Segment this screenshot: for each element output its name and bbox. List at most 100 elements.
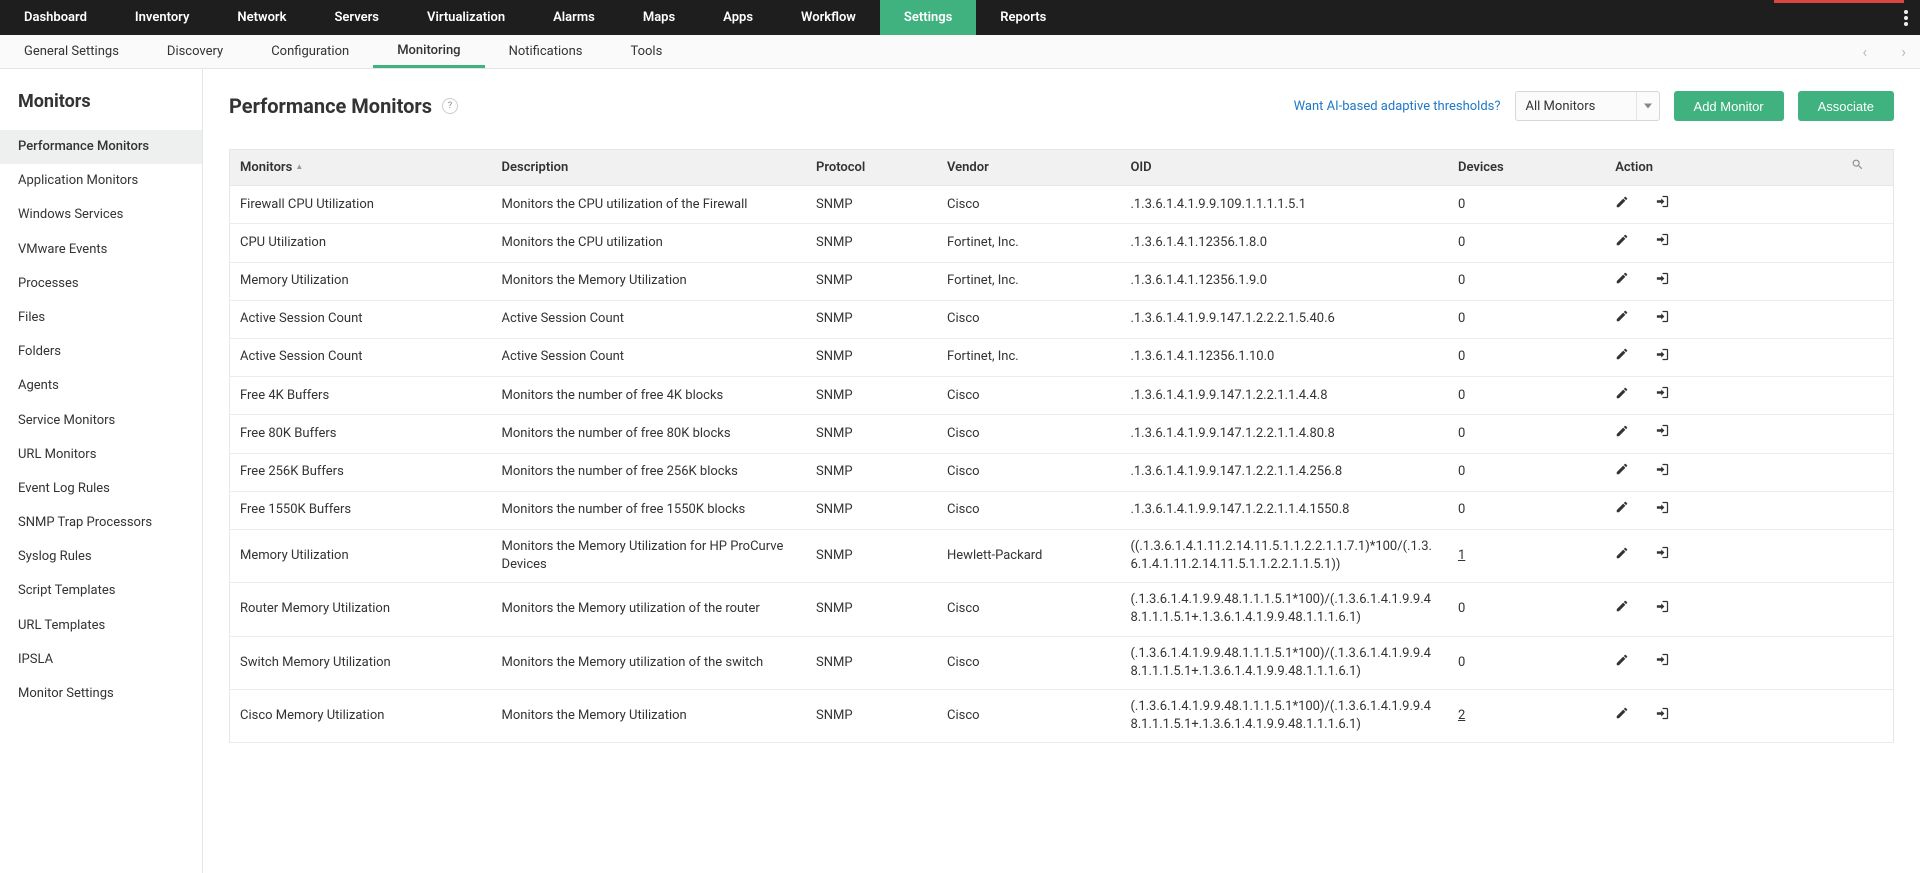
table-row: Free 4K Buffers Monitors the number of f… [230,377,1894,415]
associate-row-button[interactable] [1655,599,1670,620]
cell-protocol: SNMP [806,690,937,743]
more-menu-button[interactable] [1892,0,1920,35]
associate-row-button[interactable] [1655,309,1670,330]
device-count-link[interactable]: 1 [1458,548,1465,563]
cell-description: Monitors the Memory utilization of the r… [492,583,806,636]
sidebar-item-agents[interactable]: Agents [0,369,202,403]
cell-vendor: Fortinet, Inc. [937,338,1120,376]
edit-button[interactable] [1615,195,1629,215]
edit-button[interactable] [1615,271,1629,291]
sidebar: Monitors Performance MonitorsApplication… [0,69,203,873]
edit-button[interactable] [1615,462,1629,482]
topnav-item-servers[interactable]: Servers [310,0,403,35]
subnav-item-monitoring[interactable]: Monitoring [373,35,484,68]
sidebar-item-folders[interactable]: Folders [0,335,202,369]
sub-nav: General SettingsDiscoveryConfigurationMo… [0,35,1920,69]
sidebar-item-application-monitors[interactable]: Application Monitors [0,164,202,198]
cell-protocol: SNMP [806,338,937,376]
edit-button[interactable] [1615,309,1629,329]
sidebar-item-files[interactable]: Files [0,301,202,335]
sidebar-item-script-templates[interactable]: Script Templates [0,574,202,608]
associate-row-button[interactable] [1655,194,1670,215]
subnav-item-configuration[interactable]: Configuration [247,35,373,68]
subnav-item-tools[interactable]: Tools [606,35,686,68]
associate-row-button[interactable] [1655,545,1670,566]
sidebar-item-ipsla[interactable]: IPSLA [0,643,202,677]
edit-button[interactable] [1615,653,1629,673]
associate-row-button[interactable] [1655,347,1670,368]
associate-row-button[interactable] [1655,462,1670,483]
topnav-item-inventory[interactable]: Inventory [111,0,214,35]
edit-button[interactable] [1615,599,1629,619]
topnav-item-settings[interactable]: Settings [880,0,976,35]
col-protocol[interactable]: Protocol [806,150,937,186]
topnav-item-dashboard[interactable]: Dashboard [0,0,111,35]
subnav-prev-button[interactable]: ‹ [1856,42,1873,61]
sidebar-item-performance-monitors[interactable]: Performance Monitors [0,130,202,164]
associate-button[interactable]: Associate [1798,91,1894,121]
associate-row-button[interactable] [1655,423,1670,444]
edit-icon [1615,503,1629,518]
col-monitors[interactable]: Monitors▲ [230,150,492,186]
associate-row-button[interactable] [1655,500,1670,521]
edit-icon [1615,549,1629,564]
cell-monitor: Free 1550K Buffers [230,491,492,529]
sidebar-item-snmp-trap-processors[interactable]: SNMP Trap Processors [0,506,202,540]
subnav-item-notifications[interactable]: Notifications [485,35,607,68]
sidebar-item-windows-services[interactable]: Windows Services [0,198,202,232]
edit-button[interactable] [1615,233,1629,253]
edit-button[interactable] [1615,424,1629,444]
subnav-next-button[interactable]: › [1895,42,1912,61]
edit-button[interactable] [1615,546,1629,566]
associate-row-button[interactable] [1655,652,1670,673]
sidebar-item-url-templates[interactable]: URL Templates [0,609,202,643]
associate-row-button[interactable] [1655,385,1670,406]
associate-row-button[interactable] [1655,232,1670,253]
table-row: Memory Utilization Monitors the Memory U… [230,529,1894,582]
topnav-item-workflow[interactable]: Workflow [777,0,880,35]
edit-button[interactable] [1615,347,1629,367]
sidebar-item-event-log-rules[interactable]: Event Log Rules [0,472,202,506]
associate-icon [1655,603,1670,618]
topnav-item-reports[interactable]: Reports [976,0,1070,35]
device-count: 0 [1458,311,1465,326]
cell-vendor: Cisco [937,186,1120,224]
monitors-table: Monitors▲ Description Protocol Vendor OI… [229,149,1894,743]
subnav-item-general-settings[interactable]: General Settings [0,35,143,68]
sidebar-item-syslog-rules[interactable]: Syslog Rules [0,540,202,574]
edit-button[interactable] [1615,386,1629,406]
adaptive-thresholds-link[interactable]: Want AI-based adaptive thresholds? [1294,99,1501,114]
cell-protocol: SNMP [806,415,937,453]
sidebar-item-service-monitors[interactable]: Service Monitors [0,404,202,438]
device-count-link[interactable]: 2 [1458,708,1465,723]
sidebar-item-url-monitors[interactable]: URL Monitors [0,438,202,472]
col-vendor[interactable]: Vendor [937,150,1120,186]
associate-row-button[interactable] [1655,271,1670,292]
edit-button[interactable] [1615,706,1629,726]
topnav-item-apps[interactable]: Apps [699,0,777,35]
monitor-filter-dropdown[interactable]: All Monitors [1515,91,1660,121]
topnav-item-network[interactable]: Network [213,0,310,35]
table-search-button[interactable] [1841,150,1893,186]
device-count: 0 [1458,464,1465,479]
add-monitor-button[interactable]: Add Monitor [1674,91,1784,121]
topnav-item-maps[interactable]: Maps [619,0,699,35]
sidebar-item-monitor-settings[interactable]: Monitor Settings [0,677,202,711]
cell-description: Monitors the Memory Utilization for HP P… [492,529,806,582]
associate-row-button[interactable] [1655,706,1670,727]
accent-strip [1774,0,1904,3]
col-action: Action [1605,150,1841,186]
sidebar-item-processes[interactable]: Processes [0,267,202,301]
col-description[interactable]: Description [492,150,806,186]
help-button[interactable]: ? [442,98,458,114]
topnav-item-virtualization[interactable]: Virtualization [403,0,529,35]
col-oid[interactable]: OID [1120,150,1448,186]
topnav-item-alarms[interactable]: Alarms [529,0,619,35]
subnav-item-discovery[interactable]: Discovery [143,35,247,68]
sidebar-item-vmware-events[interactable]: VMware Events [0,233,202,267]
device-count: 0 [1458,601,1465,616]
col-devices[interactable]: Devices [1448,150,1605,186]
edit-button[interactable] [1615,500,1629,520]
page-title: Performance Monitors [229,94,432,118]
edit-icon [1615,350,1629,365]
